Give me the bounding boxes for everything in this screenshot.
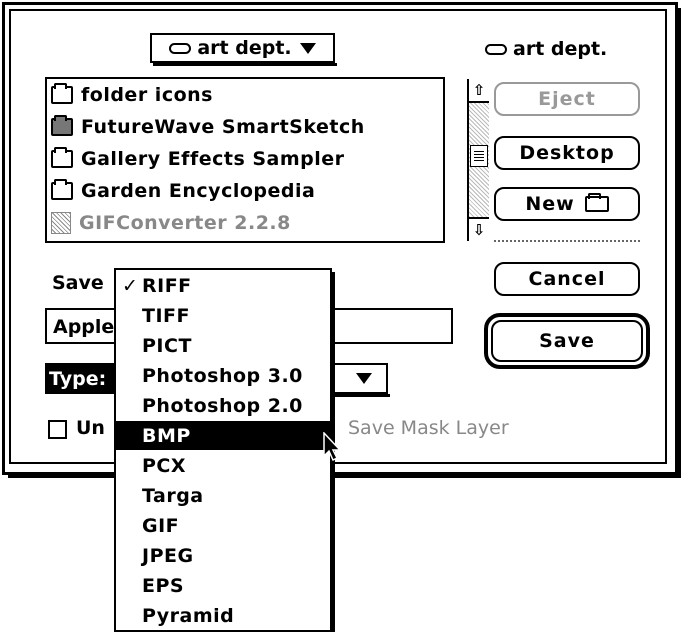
triangle-down-icon [356, 373, 372, 384]
file-list-item-label: Gallery Effects Sampler [81, 148, 345, 170]
menu-item-label: Pyramid [142, 604, 235, 627]
file-list-item-label: GIFConverter 2.2.8 [79, 212, 291, 234]
file-list-item-label: Garden Encyclopedia [81, 180, 316, 202]
save-as-label: Save [52, 272, 104, 294]
menu-item-label: Targa [142, 484, 204, 507]
new-folder-label: New [525, 193, 575, 215]
menu-item-label: GIF [142, 514, 180, 537]
scroll-thumb[interactable] [470, 145, 488, 167]
menu-item-jpeg[interactable]: JPEG [116, 541, 330, 570]
menu-item-pcx[interactable]: PCX [116, 451, 330, 480]
menu-item-photoshop-3-0[interactable]: Photoshop 3.0 [116, 361, 330, 390]
menu-item-label: JPEG [142, 544, 194, 567]
menu-item-label: PICT [142, 334, 192, 357]
new-folder-button[interactable]: New [494, 187, 640, 221]
desktop-button[interactable]: Desktop [494, 136, 640, 170]
folder-popup-label: art dept. [197, 37, 292, 59]
menu-item-bmp[interactable]: BMP [116, 421, 330, 450]
menu-item-targa[interactable]: Targa [116, 481, 330, 510]
menu-item-label: PCX [142, 454, 187, 477]
disk-name-label: art dept. [513, 38, 608, 60]
folder-icon [51, 179, 73, 200]
file-list-item[interactable]: folder icons [51, 80, 213, 110]
folder-icon [584, 193, 609, 212]
menu-item-label: Photoshop 2.0 [142, 394, 303, 417]
popup-shadow [153, 63, 337, 66]
mouse-cursor-icon [323, 432, 342, 462]
file-list[interactable]: folder icons FutureWave SmartSketch Galler… [45, 77, 489, 243]
file-list-item-label: folder icons [81, 84, 213, 106]
folder-icon [51, 83, 73, 104]
file-list-item[interactable]: FutureWave SmartSketch [51, 112, 365, 142]
scroll-down-arrow-icon[interactable]: ⇩ [469, 217, 489, 241]
menu-item-label: RIFF [142, 274, 192, 297]
folder-dark-icon [51, 115, 73, 136]
menu-item-pict[interactable]: PICT [116, 331, 330, 360]
menu-item-riff[interactable]: ✓ RIFF [116, 271, 330, 300]
checkmark-icon: ✓ [122, 274, 139, 297]
save-mask-layer-label: Save Mask Layer [348, 417, 509, 439]
folder-icon [51, 147, 73, 168]
menu-item-label: TIFF [142, 304, 190, 327]
menu-item-eps[interactable]: EPS [116, 571, 330, 600]
menu-item-label: EPS [142, 574, 185, 597]
dialog-shadow [8, 475, 681, 478]
menu-item-pyramid[interactable]: Pyramid [116, 601, 330, 630]
menu-item-tiff[interactable]: TIFF [116, 301, 330, 330]
disk-icon [169, 42, 192, 54]
menu-item-label: Photoshop 3.0 [142, 364, 303, 387]
menu-item-gif[interactable]: GIF [116, 511, 330, 540]
folder-popup-menu[interactable]: art dept. [150, 33, 335, 63]
file-list-item-label: FutureWave SmartSketch [81, 116, 365, 138]
triangle-down-icon [299, 42, 316, 54]
menu-item-photoshop-2-0[interactable]: Photoshop 2.0 [116, 391, 330, 420]
type-label: Type: [45, 363, 120, 394]
menu-item-label: BMP [142, 424, 191, 447]
eject-button[interactable]: Eject [494, 82, 640, 116]
save-button[interactable]: Save [491, 320, 643, 362]
file-list-item[interactable]: GIFConverter 2.2.8 [51, 208, 291, 238]
file-list-item[interactable]: Gallery Effects Sampler [51, 144, 345, 174]
type-dropdown-menu[interactable]: ✓ RIFF TIFF PICT Photoshop 3.0 Photoshop 2.0 B… [114, 268, 332, 632]
current-disk: art dept. [485, 37, 635, 61]
divider [494, 240, 640, 242]
application-icon [51, 212, 71, 234]
filename-value: Apple [53, 316, 115, 338]
uncompressed-label: Un [76, 417, 105, 439]
vertical-scrollbar[interactable]: ⇧ ⇩ [467, 79, 489, 241]
cancel-button[interactable]: Cancel [494, 262, 640, 296]
disk-icon [485, 43, 507, 55]
uncompressed-checkbox[interactable] [48, 420, 67, 439]
scroll-up-arrow-icon[interactable]: ⇧ [469, 79, 489, 103]
file-list-item[interactable]: Garden Encyclopedia [51, 176, 315, 206]
